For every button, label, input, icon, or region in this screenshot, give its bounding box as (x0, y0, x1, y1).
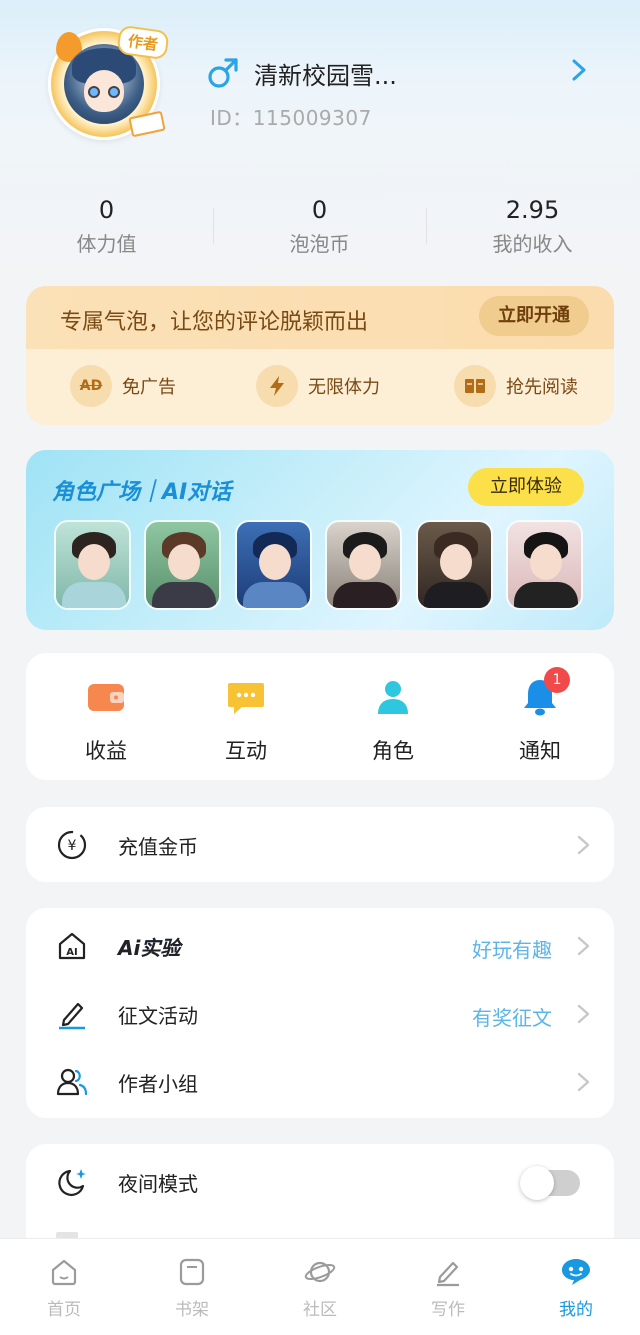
character-card[interactable] (235, 520, 312, 610)
recharge-coins-row[interactable]: ¥ 充值金币 (26, 811, 614, 879)
group-icon (56, 1068, 88, 1096)
chat-icon (228, 683, 264, 714)
svg-text:AI: AI (66, 947, 77, 958)
ai-house-icon: AI (58, 932, 86, 960)
stat-label: 体力值 (76, 232, 137, 256)
recharge-card: ¥ 充值金币 (26, 807, 614, 882)
menu-extra: 有奖征文 (472, 1006, 552, 1030)
home-icon (51, 1259, 77, 1286)
wallet-icon (88, 684, 124, 711)
quick-interaction[interactable]: 互动 (186, 677, 306, 765)
perk-unlimited-stamina[interactable]: 无限体力 (256, 364, 380, 408)
menu-label: 征文活动 (118, 1004, 198, 1028)
chevron-right-icon (577, 835, 590, 855)
tab-bookshelf[interactable]: 书架 (128, 1257, 256, 1320)
user-id: ID：115009307 (210, 106, 372, 130)
menu-item-ai-lab[interactable]: AI Ai实验 好玩有趣 (26, 912, 614, 980)
quick-label: 互动 (225, 739, 267, 763)
vip-activate-button[interactable]: 立即开通 (479, 296, 589, 336)
stat-stamina[interactable]: 0 体力值 (0, 196, 213, 257)
quick-label: 通知 (519, 739, 561, 763)
chevron-right-icon (577, 1004, 590, 1024)
quick-character[interactable]: 角色 (333, 677, 453, 765)
bottom-tab-bar: 首页 书架 社区 写作 我的 (0, 1238, 640, 1335)
quick-label: 收益 (85, 739, 127, 763)
quick-actions-card: 收益 互动 角色 1 通知 (26, 653, 614, 780)
perk-label: 抢先阅读 (506, 377, 578, 398)
bookshelf-icon (179, 1258, 205, 1286)
tab-label: 写作 (431, 1300, 465, 1320)
perk-no-ads[interactable]: AD 免广告 (70, 364, 176, 408)
tab-home[interactable]: 首页 (0, 1257, 128, 1320)
tab-label: 我的 (559, 1300, 593, 1320)
stat-label: 我的收入 (492, 232, 573, 256)
perk-label: 无限体力 (308, 377, 380, 398)
recharge-label: 充值金币 (118, 835, 198, 859)
avatar[interactable]: 作者 (44, 22, 174, 142)
lightning-icon (256, 365, 298, 407)
menu-item-essay-contest[interactable]: 征文活动 有奖征文 (26, 980, 614, 1048)
stat-value: 0 (98, 196, 115, 224)
avatar-image (64, 44, 144, 124)
stats-bar: 0 体力值 0 泡泡币 2.95 我的收入 (0, 196, 640, 266)
character-card[interactable] (144, 520, 221, 610)
role-plaza-banner[interactable]: 角色广场｜AI对话 立即体验 (26, 450, 614, 630)
chevron-right-icon (577, 936, 590, 956)
profile-header: 作者 清新校园雪... ID：115009307 (0, 0, 640, 180)
character-card[interactable] (325, 520, 402, 610)
mine-chat-face-icon (562, 1259, 590, 1285)
tab-community[interactable]: 社区 (256, 1257, 384, 1320)
menu-extra: 好玩有趣 (472, 938, 552, 962)
character-card[interactable] (54, 520, 131, 610)
character-card[interactable] (506, 520, 583, 610)
perk-early-reading[interactable]: 抢先阅读 (454, 364, 578, 408)
vip-card: 专属气泡，让您的评论脱颖而出 立即开通 AD 免广告 无限体力 抢先阅读 (26, 286, 614, 425)
stat-value: 2.95 (505, 196, 560, 224)
person-icon (378, 681, 408, 714)
book-icon (454, 365, 496, 407)
quick-notification[interactable]: 1 通知 (480, 667, 600, 765)
character-card[interactable] (416, 520, 493, 610)
try-now-button[interactable]: 立即体验 (468, 468, 584, 506)
moon-icon (58, 1169, 86, 1196)
role-plaza-title: 角色广场｜AI对话 (52, 480, 232, 505)
pen-icon (59, 1002, 85, 1030)
quick-label: 角色 (372, 739, 414, 763)
username[interactable]: 清新校园雪... (254, 56, 397, 91)
notification-badge: 1 (544, 667, 570, 693)
vip-title: 专属气泡，让您的评论脱颖而出 (60, 310, 369, 335)
pencil-icon (437, 1261, 459, 1287)
quick-income[interactable]: 收益 (46, 677, 166, 765)
yuan-coin-icon: ¥ (57, 830, 87, 860)
tab-write[interactable]: 写作 (384, 1257, 512, 1320)
planet-icon (304, 1261, 336, 1283)
stat-label: 泡泡币 (289, 232, 350, 256)
feature-menu-card: AI Ai实验 好玩有趣 征文活动 有奖征文 作者小组 (26, 908, 614, 1118)
stat-income[interactable]: 2.95 我的收入 (426, 196, 639, 257)
menu-label: Ai实验 (118, 932, 180, 961)
menu-item-author-group[interactable]: 作者小组 (26, 1048, 614, 1116)
night-mode-toggle[interactable] (520, 1166, 580, 1200)
tab-label: 首页 (47, 1300, 81, 1320)
tab-mine[interactable]: 我的 (512, 1257, 640, 1320)
chevron-right-icon (577, 1072, 590, 1092)
male-gender-icon (208, 58, 238, 88)
svg-text:¥: ¥ (68, 838, 77, 854)
perk-label: 免广告 (122, 377, 176, 398)
menu-label: 作者小组 (118, 1072, 198, 1096)
toggle-knob (520, 1166, 554, 1200)
night-mode-row: 夜间模式 (26, 1148, 614, 1216)
settings-label: 夜间模式 (118, 1172, 198, 1196)
no-ads-icon: AD (70, 365, 112, 407)
stat-value: 0 (311, 196, 328, 224)
tab-label: 社区 (303, 1300, 337, 1320)
chevron-right-icon[interactable] (566, 58, 590, 82)
tab-label: 书架 (175, 1300, 209, 1320)
stat-bubble-coins[interactable]: 0 泡泡币 (213, 196, 426, 257)
